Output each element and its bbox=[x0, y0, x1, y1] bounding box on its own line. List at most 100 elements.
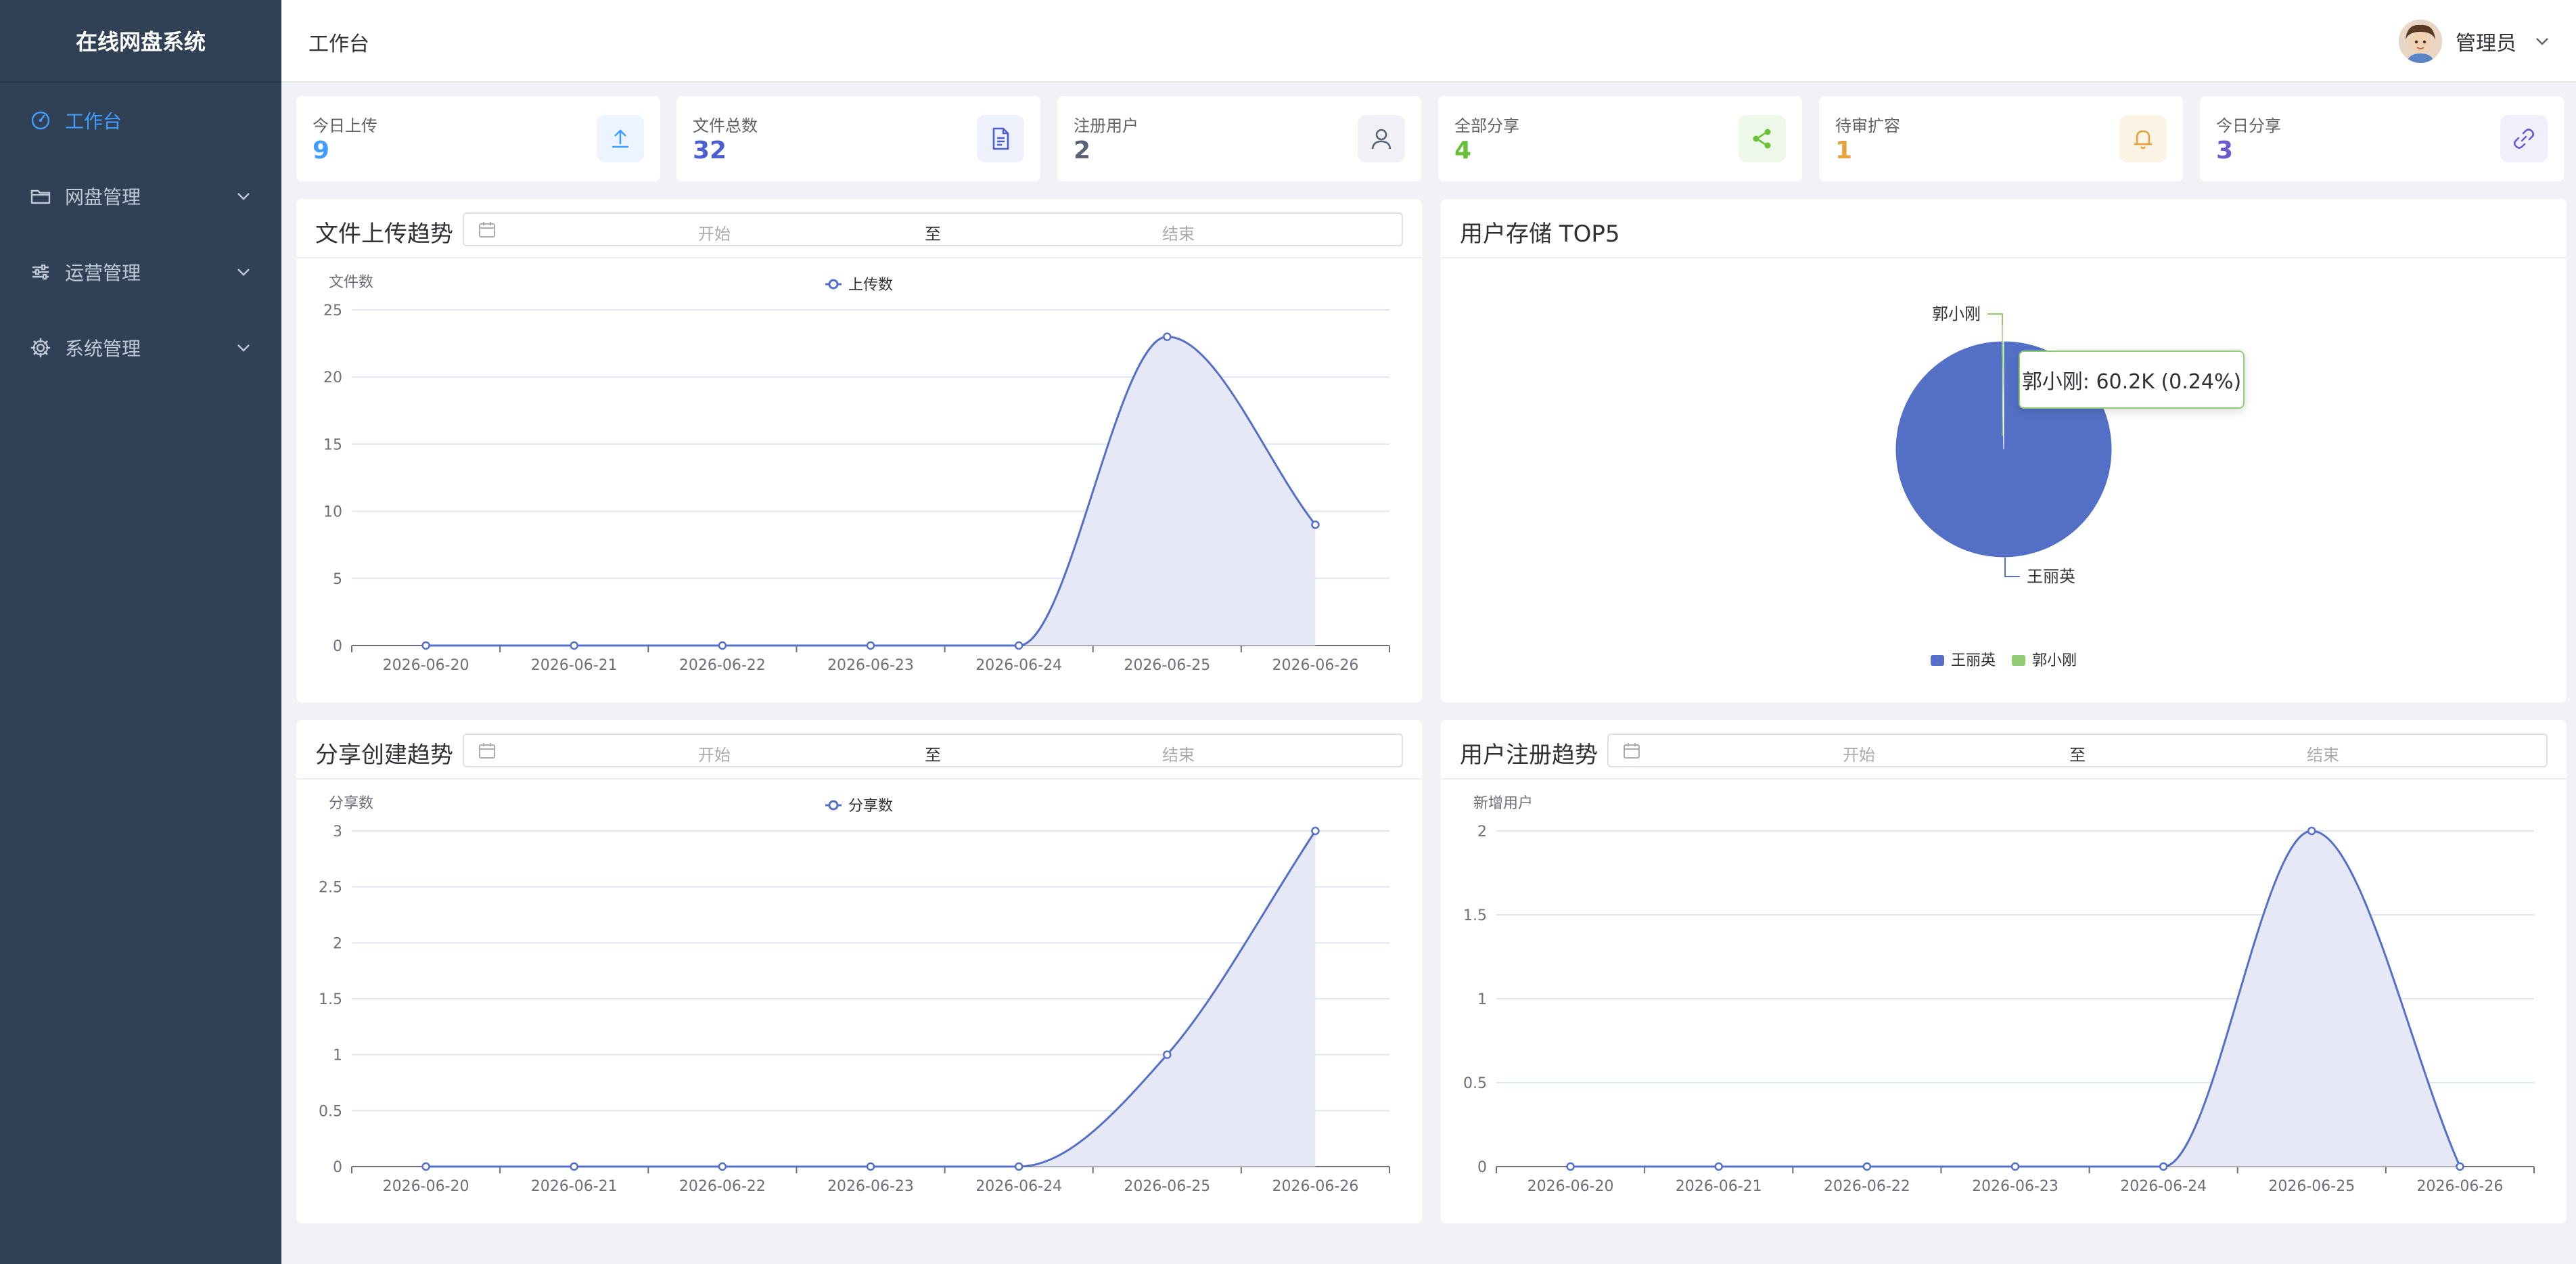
stat-card-today-upload: 今日上传 9 bbox=[296, 96, 660, 181]
date-end-input[interactable]: 结束 bbox=[1111, 742, 1246, 765]
panel-header: 用户存储 TOP5 bbox=[1441, 199, 2567, 258]
date-end-input[interactable]: 结束 bbox=[2255, 742, 2391, 765]
dashboard-icon bbox=[28, 108, 53, 133]
x-tick-label: 2026-06-25 bbox=[1124, 1178, 1210, 1195]
upload-icon bbox=[597, 115, 644, 162]
x-tick-label: 2026-06-23 bbox=[1972, 1178, 2058, 1195]
x-tick-label: 2026-06-22 bbox=[679, 1178, 766, 1195]
document-icon bbox=[977, 115, 1024, 162]
data-point bbox=[1014, 641, 1024, 650]
panel-title: 分享创建趋势 bbox=[315, 742, 453, 769]
data-point bbox=[2159, 1162, 2168, 1171]
chart-tooltip: 郭小刚: 60.2K (0.24%) bbox=[2019, 351, 2245, 409]
chevron-down-icon[interactable] bbox=[2533, 32, 2552, 51]
data-point bbox=[1163, 1050, 1172, 1059]
stat-value: 2 bbox=[1074, 137, 1091, 164]
data-point bbox=[1311, 826, 1320, 836]
chevron-down-icon bbox=[237, 269, 250, 276]
stat-card-registered-users: 注册用户 2 bbox=[1057, 96, 1421, 181]
stat-card-today-shares: 今日分享 3 bbox=[2200, 96, 2564, 181]
stat-label: 全部分享 bbox=[1454, 116, 1519, 135]
x-tick-label: 2026-06-22 bbox=[679, 657, 766, 674]
x-tick-label: 2026-06-21 bbox=[531, 657, 618, 674]
x-tick-label: 2026-06-20 bbox=[1527, 1178, 1614, 1195]
stat-value: 3 bbox=[2216, 137, 2234, 164]
date-range-picker[interactable]: 开始 至 结束 bbox=[463, 212, 1403, 246]
avatar[interactable] bbox=[2399, 20, 2442, 63]
sidebar-item-system[interactable]: 系统管理 bbox=[0, 314, 281, 382]
folder-icon bbox=[28, 184, 53, 208]
chevron-down-icon bbox=[237, 344, 250, 352]
label-line bbox=[2004, 558, 2020, 577]
user-icon bbox=[1358, 115, 1405, 162]
register-trend-chart: 新增用户 0 0.5 1 1.5 2 2026-06-20 2026-06-21 2026-06… bbox=[1463, 795, 2535, 1195]
data-point bbox=[866, 1162, 875, 1171]
data-point bbox=[1163, 332, 1172, 341]
data-point bbox=[1862, 1162, 1872, 1171]
y-tick-label: 0 bbox=[333, 638, 342, 655]
data-point bbox=[570, 1162, 578, 1171]
pie-label: 郭小刚 bbox=[1932, 304, 1981, 323]
storage-pie-chart: 郭小刚王丽英王丽英 郭小刚 bbox=[1895, 304, 2113, 669]
x-tick-label: 2026-06-21 bbox=[531, 1178, 618, 1195]
share-trend-panel: 分享创建趋势 开始 至 结束 分享数 0 0.5 1 1.5 2 2.5 3 2026-06-2… bbox=[296, 720, 1422, 1223]
sliders-icon bbox=[28, 260, 53, 284]
data-point bbox=[421, 641, 430, 650]
stat-label: 今日分享 bbox=[2216, 116, 2281, 135]
series-area bbox=[426, 336, 1316, 646]
stat-card-all-shares: 全部分享 4 bbox=[1438, 96, 1802, 181]
date-range-picker[interactable]: 开始 至 结束 bbox=[463, 733, 1403, 767]
legend-label: 分享数 bbox=[848, 798, 893, 815]
stat-value: 1 bbox=[1835, 137, 1853, 164]
share-trend-chart: 分享数 0 0.5 1 1.5 2 2.5 3 2026-06-20 2026-06-21 2026… bbox=[319, 795, 1390, 1195]
x-tick-label: 2026-06-26 bbox=[1272, 1178, 1358, 1195]
chevron-down-icon bbox=[237, 193, 250, 200]
storage-top5-panel: 用户存储 TOP5 郭小刚 王丽英 王丽英 郭小刚 bbox=[1441, 199, 2567, 702]
panel-title: 用户注册趋势 bbox=[1460, 742, 1598, 769]
stat-label: 今日上传 bbox=[313, 116, 377, 135]
y-tick-label: 25 bbox=[323, 302, 342, 319]
legend-label: 王丽英 bbox=[1951, 652, 1996, 669]
panel-header: 分享创建趋势 开始 至 结束 bbox=[296, 720, 1422, 780]
x-tick-label: 2026-06-26 bbox=[2416, 1178, 2503, 1195]
date-end-input[interactable]: 结束 bbox=[1111, 221, 1246, 244]
x-tick-label: 2026-06-25 bbox=[2268, 1178, 2355, 1195]
sidebar-item-disk[interactable]: 网盘管理 bbox=[0, 162, 281, 230]
y-axis-label: 分享数 bbox=[329, 795, 373, 812]
panel-header: 文件上传趋势 开始 至 结束 bbox=[296, 199, 1422, 258]
y-axis-label: 新增用户 bbox=[1473, 795, 1533, 812]
data-point bbox=[1311, 520, 1320, 529]
legend-label: 郭小刚 bbox=[2032, 652, 2077, 669]
upload-trend-panel: 文件上传趋势 开始 至 结束 文件数 0 5 10 15 20 25 2026-06-20 20… bbox=[296, 199, 1422, 702]
legend-marker bbox=[828, 800, 839, 811]
sidebar-item-dashboard[interactable]: 工作台 bbox=[0, 87, 281, 154]
date-separator: 至 bbox=[2069, 746, 2086, 765]
x-tick-label: 2026-06-24 bbox=[975, 657, 1062, 674]
y-tick-label: 5 bbox=[333, 571, 342, 588]
user-name[interactable]: 管理员 bbox=[2456, 26, 2516, 56]
legend-label: 上传数 bbox=[848, 277, 893, 294]
date-separator: 至 bbox=[925, 225, 941, 244]
user-menu[interactable]: 管理员 bbox=[2399, 19, 2552, 64]
stat-value: 32 bbox=[693, 137, 727, 164]
y-tick-label: 10 bbox=[323, 504, 342, 521]
stat-label: 文件总数 bbox=[693, 116, 758, 135]
data-point bbox=[2010, 1162, 2020, 1171]
pie-label: 王丽英 bbox=[2027, 567, 2075, 586]
stat-card-total-files: 文件总数 32 bbox=[676, 96, 1040, 181]
data-point bbox=[421, 1162, 430, 1171]
data-point bbox=[1714, 1162, 1723, 1171]
y-tick-label: 2 bbox=[1477, 823, 1487, 840]
date-range-picker[interactable]: 开始 至 结束 bbox=[1607, 733, 2548, 767]
y-tick-label: 0.5 bbox=[319, 1103, 342, 1120]
gear-icon bbox=[28, 336, 53, 360]
x-tick-label: 2026-06-24 bbox=[2120, 1178, 2207, 1195]
legend-marker bbox=[828, 279, 839, 290]
panel-title: 用户存储 TOP5 bbox=[1460, 221, 1620, 248]
sidebar-item-label: 网盘管理 bbox=[65, 186, 141, 208]
sidebar-item-operations[interactable]: 运营管理 bbox=[0, 238, 281, 306]
x-tick-label: 2026-06-22 bbox=[1824, 1178, 1910, 1195]
y-tick-label: 1.5 bbox=[319, 991, 342, 1008]
data-point bbox=[2456, 1162, 2464, 1171]
label-line bbox=[1987, 313, 2003, 325]
